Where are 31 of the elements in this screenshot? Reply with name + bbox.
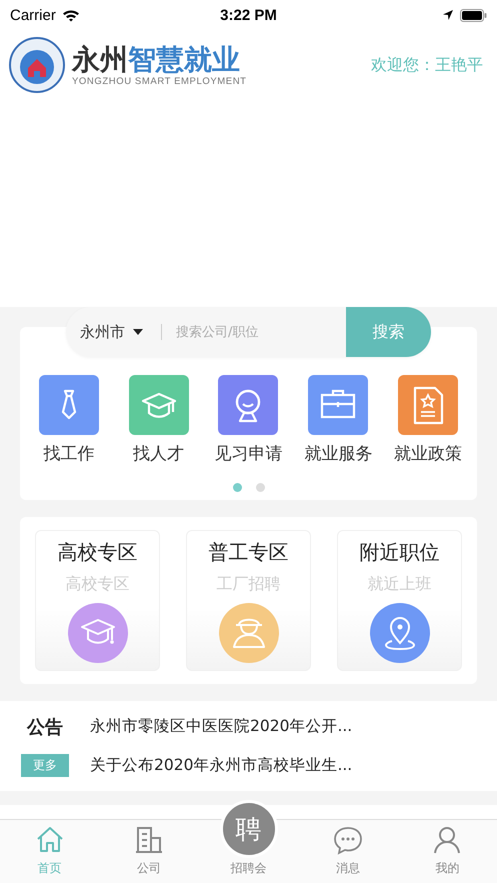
tab[interactable]: 我的 [398,820,497,883]
wifi-icon [62,8,80,22]
menu-item[interactable]: 就业政策 [383,375,473,465]
chat-icon [332,824,364,856]
fair-badge: 聘 [220,800,278,858]
tab[interactable]: 聘 招聘会 [198,800,298,883]
zone-title: 普工专区 [208,539,288,566]
location-icon [442,9,454,21]
menu-item[interactable]: 就业服务 [293,375,384,465]
clock: 3:22 PM [220,6,277,24]
page-dot[interactable] [232,483,242,492]
logo-title: 智慧就业 [128,44,240,76]
carrier: Carrier [10,6,56,24]
zone-title: 附近职位 [360,539,440,566]
notice-link[interactable]: 永州市零陵区中医医院2020年公开... [90,716,497,738]
menu-item[interactable]: 找工作 [24,375,114,465]
battery-icon [460,8,487,22]
city-dropdown[interactable]: 永州市 [66,322,149,342]
menu-item[interactable]: 见习申请 [204,375,294,465]
notice-link[interactable]: 关于公布2020年永州市高校毕业生... [90,755,497,776]
zone-title: 高校专区 [58,539,138,566]
page-dot[interactable] [256,483,264,492]
logo-subtitle: YONGZHOU SMART EMPLOYMENT [72,76,247,86]
emblem-icon [8,36,66,94]
notice-title: 公告 [27,716,63,739]
menu-item[interactable]: 找人才 [114,375,204,465]
search-field[interactable]: 搜索公司/职位 [174,324,346,340]
caret-icon [133,329,143,335]
logo-title: 永州 [72,44,128,76]
user-name: 王艳平 [435,54,483,76]
welcome-text: 欢迎您： [371,54,435,76]
